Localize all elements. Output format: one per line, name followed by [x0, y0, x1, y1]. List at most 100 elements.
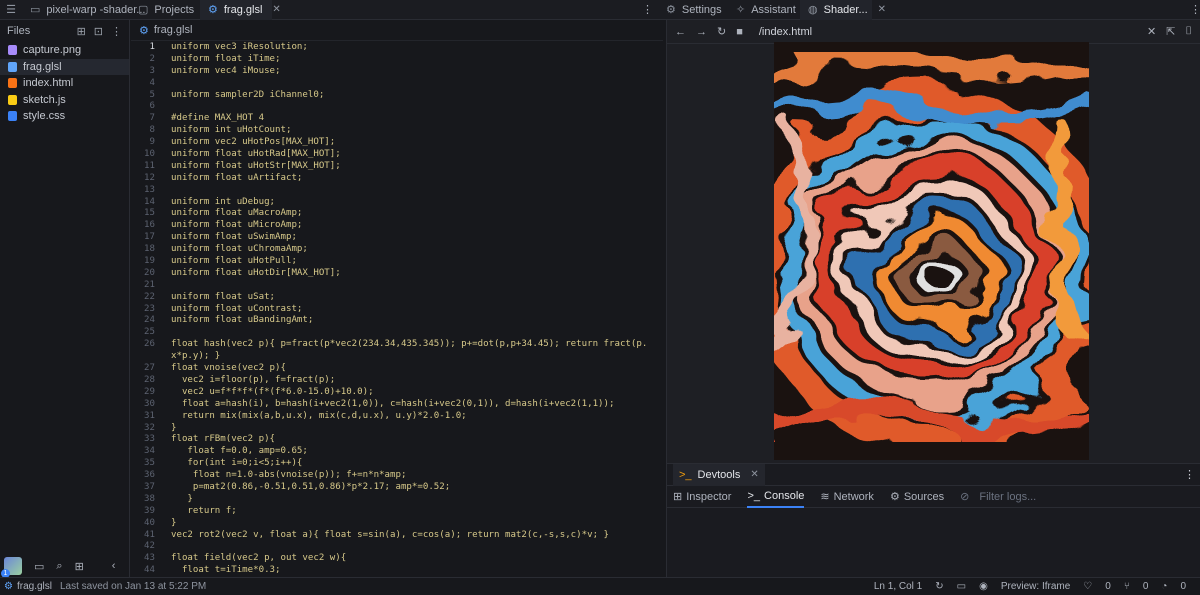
new-folder-icon[interactable]: ⊡	[94, 25, 103, 38]
line-number: 21	[144, 279, 155, 290]
collapse-sidebar-icon[interactable]: ‹	[112, 560, 116, 572]
tab-frag-glsl[interactable]: ⚙ frag.glsl ✕	[200, 0, 281, 20]
file-item[interactable]: index.html	[0, 75, 129, 92]
tab-projects[interactable]: ▢ Projects	[130, 0, 200, 20]
code-line: 24 uniform float uBandingAmt;	[131, 315, 651, 327]
breadcrumb-file[interactable]: frag.glsl	[154, 24, 193, 36]
code-line: 36 float n=1.0-abs(vnoise(p)); f+=n*n*am…	[131, 470, 651, 482]
line-number: 5	[149, 89, 155, 100]
line-text: return f;	[171, 505, 237, 516]
search-icon[interactable]: ⌕	[56, 560, 62, 573]
editor-more-button[interactable]: ⋮	[638, 0, 653, 20]
file-icon	[8, 45, 17, 56]
tab-sources[interactable]: ⚙ Sources	[890, 486, 944, 508]
menu-button[interactable]: ☰	[0, 0, 22, 20]
clear-icon[interactable]: ⊘	[960, 490, 969, 503]
line-number: 35	[144, 458, 155, 469]
open-external-icon[interactable]: ⇱	[1166, 25, 1175, 38]
line-text: uniform float uChromaAmp;	[171, 244, 308, 255]
line-number: 32	[144, 422, 155, 433]
close-tab-icon[interactable]: ✕	[878, 4, 886, 15]
line-text: float n=1.0-abs(vnoise(p)); f+=n*n*amp;	[171, 470, 407, 481]
files-icon[interactable]: ▭	[34, 560, 44, 573]
broadcast-icon[interactable]: ◉	[979, 581, 988, 592]
tab-projects-label: Projects	[154, 3, 195, 16]
code-line: 41 vec2 rot2(vec2 v, float a){ float s=si…	[131, 530, 651, 542]
fork-icon[interactable]: ⑂	[1124, 581, 1130, 592]
line-text: vec2 rot2(vec2 v, float a){ float s=sin(…	[171, 529, 609, 540]
close-devtools-icon[interactable]: ✕	[750, 469, 758, 480]
line-number: 26	[144, 339, 155, 350]
line-text: uniform sampler2D iChannel0;	[171, 89, 325, 100]
tab-console-label: Console	[764, 489, 805, 502]
line-text: uniform float uMacroAmp;	[171, 208, 303, 219]
layout-icon[interactable]: ▭	[957, 581, 966, 592]
avatar[interactable]: 1	[1, 557, 22, 578]
preview-panel: ← → ↻ ■ /index.html ✕ ⇱ ⌷ >_ Devtools ✕ …	[666, 20, 1200, 577]
sync-icon[interactable]: ↻	[935, 581, 943, 592]
forward-icon[interactable]: →	[696, 26, 707, 38]
filter-logs-input[interactable]: Filter logs...	[979, 491, 1036, 503]
tab-settings[interactable]: ⚙ Settings	[658, 0, 728, 20]
file-item[interactable]: style.css	[0, 108, 129, 125]
tab-assistant[interactable]: ✧ Assistant	[728, 0, 800, 20]
tab-network[interactable]: ≋ Network	[820, 486, 874, 508]
back-icon[interactable]: ←	[675, 26, 686, 38]
line-text: uniform float iTime;	[171, 53, 281, 64]
devtools-title: Devtools	[697, 468, 741, 481]
code-line: 5 uniform sampler2D iChannel0;	[131, 90, 651, 102]
status-file[interactable]: frag.glsl	[17, 581, 52, 592]
cursor-position[interactable]: Ln 1, Col 1	[874, 581, 922, 592]
line-text: float f=0.0, amp=0.65;	[171, 446, 308, 457]
tab-frag-label: frag.glsl	[223, 3, 263, 16]
line-number: 6	[149, 101, 155, 112]
code-line: 17 uniform float uSwimAmp;	[131, 232, 651, 244]
heart-icon[interactable]: ♡	[1083, 581, 1092, 592]
tab-console[interactable]: >_ Console	[747, 486, 805, 508]
code-line: 3 uniform vec4 iMouse;	[131, 66, 651, 78]
line-number: 44	[144, 565, 155, 576]
code-line: 9 uniform vec2 uHotPos[MAX_HOT];	[131, 137, 651, 149]
code-line: 35 for(int i=0;i<5;i++){	[131, 458, 651, 470]
file-icon	[8, 94, 17, 105]
reload-icon[interactable]: ↻	[717, 25, 726, 38]
code-line: 33 float rFBm(vec2 p){	[131, 434, 651, 446]
shader-canvas[interactable]	[774, 42, 1089, 460]
close-icon[interactable]: ✕	[1147, 25, 1156, 38]
settings-icon: ⚙	[666, 4, 676, 16]
tab-project[interactable]: ▭ pixel-warp -shader...	[22, 0, 145, 20]
panel-more-button[interactable]: ⋮	[1186, 0, 1200, 20]
tab-devtools[interactable]: >_ Devtools ✕	[673, 463, 765, 486]
screenshot-icon[interactable]: ⌷	[1185, 25, 1192, 38]
close-tab-icon[interactable]: ✕	[272, 4, 280, 15]
line-number: 43	[144, 553, 155, 564]
preview-mode[interactable]: Preview: Iframe	[1001, 581, 1070, 592]
url-field[interactable]: /index.html	[759, 26, 812, 38]
line-number: 36	[144, 470, 155, 481]
tab-shader-preview[interactable]: ◍ Shader... ✕	[800, 0, 886, 20]
globe-icon: ◍	[808, 4, 818, 16]
stop-icon[interactable]: ■	[736, 26, 743, 38]
code-line: 40}	[131, 518, 651, 530]
sidebar-title: Files	[7, 25, 31, 37]
line-number: 40	[144, 517, 155, 528]
file-list: capture.png frag.glsl index.html sketch.js s…	[0, 42, 129, 125]
new-file-icon[interactable]: ⊞	[77, 25, 86, 38]
line-text: return mix(mix(a,b,u.x), mix(c,d,u.x), u…	[171, 410, 467, 421]
file-icon	[8, 78, 17, 89]
bell-icon[interactable]: ◔	[1161, 581, 1167, 592]
file-item[interactable]: frag.glsl	[0, 58, 129, 75]
file-item[interactable]: capture.png	[0, 42, 129, 59]
devtools-more-icon[interactable]: ⋮	[1184, 468, 1195, 481]
more-icon[interactable]: ⋮	[111, 25, 122, 38]
line-number: 7	[149, 113, 155, 124]
line-text: }	[171, 422, 177, 433]
line-text: uniform float uMicroAmp;	[171, 220, 303, 231]
file-item[interactable]: sketch.js	[0, 92, 129, 109]
code-area[interactable]: 1 uniform vec3 iResolution; 2 uniform float…	[131, 42, 651, 577]
extensions-icon[interactable]: ⊞	[75, 560, 84, 573]
line-text: float a=hash(i), b=hash(i+vec2(1,0)), c=…	[171, 398, 615, 409]
tab-inspector[interactable]: ⊞ Inspector	[673, 486, 731, 508]
line-text: uniform int uDebug;	[171, 196, 276, 207]
line-number: 38	[144, 493, 155, 504]
